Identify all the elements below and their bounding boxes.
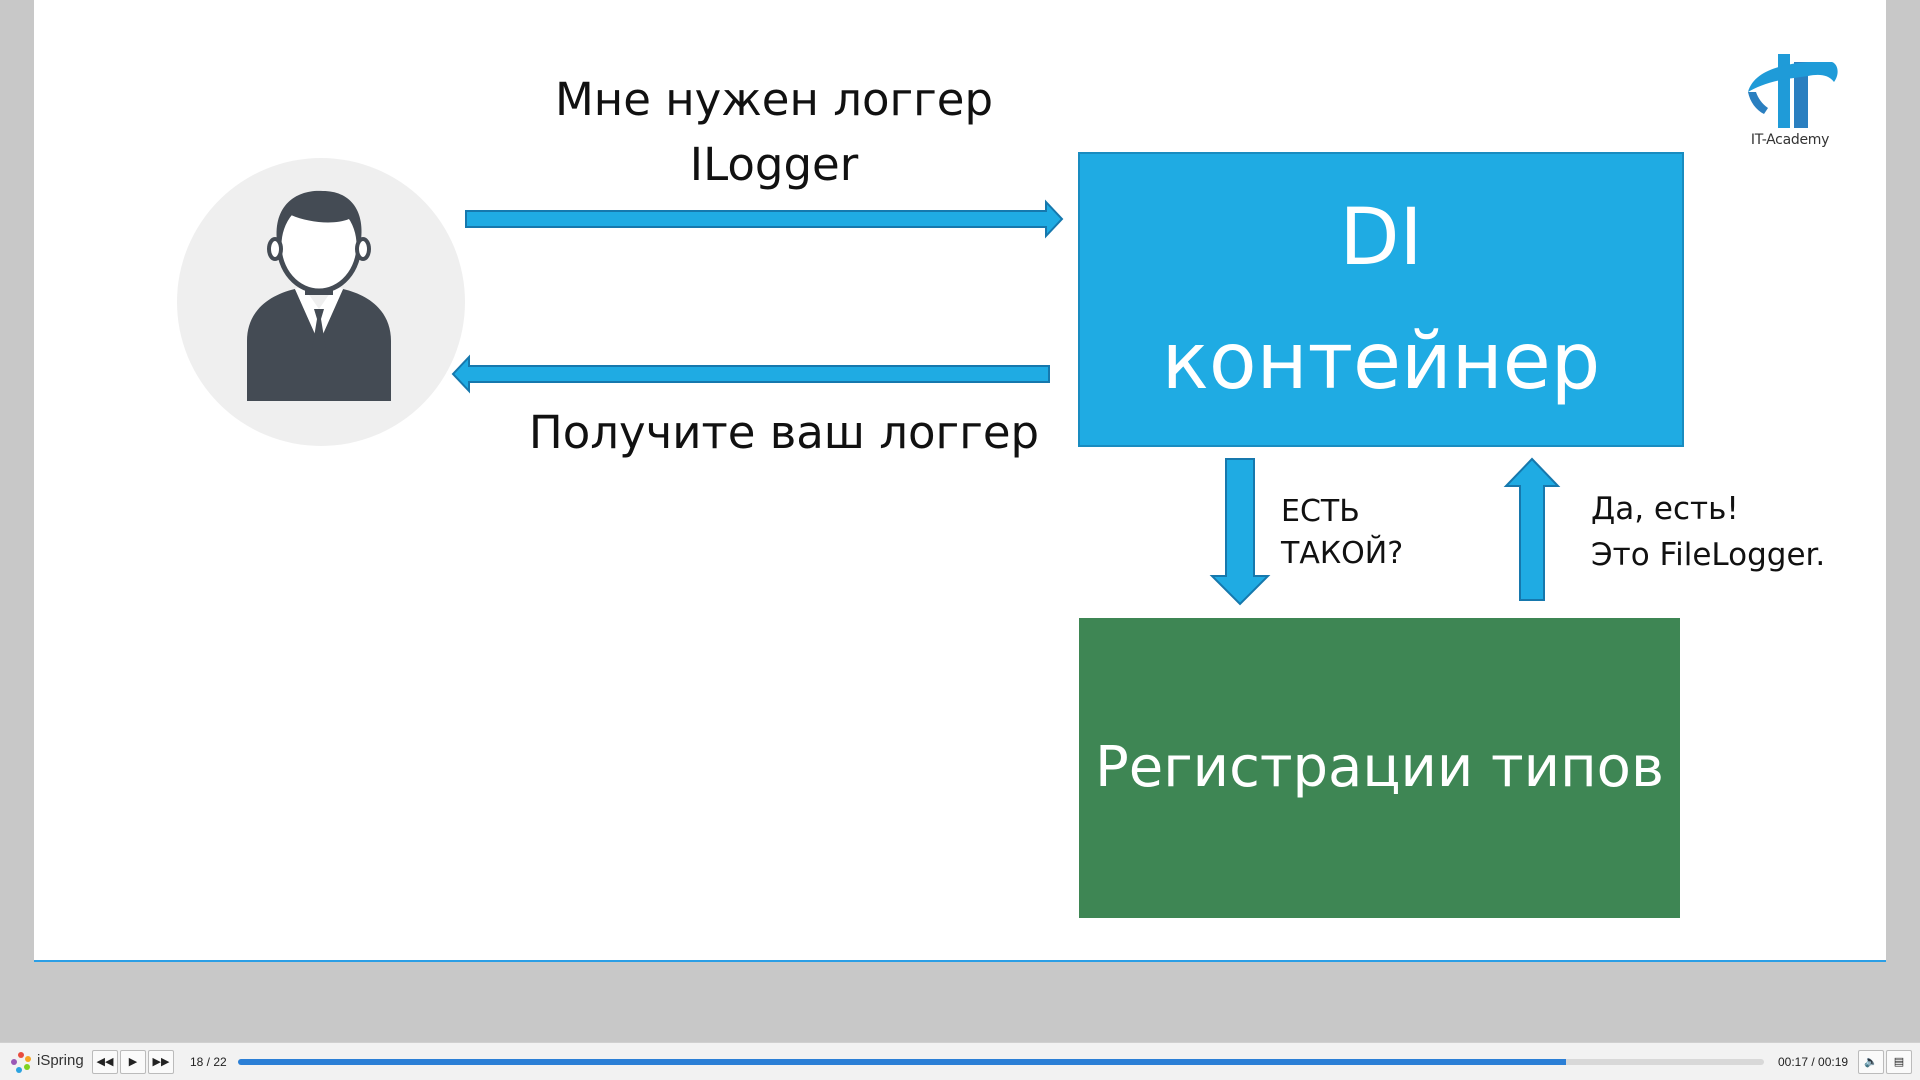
type-registry-box: Регистрации типов bbox=[1079, 618, 1680, 918]
response-arrow bbox=[451, 354, 1050, 394]
di-box-line2: контейнер bbox=[1161, 317, 1601, 407]
volume-button[interactable]: 🔈 bbox=[1858, 1050, 1884, 1074]
request-arrow bbox=[465, 199, 1064, 239]
slide-footer-line bbox=[34, 960, 1886, 962]
menu-icon: ▤ bbox=[1893, 1056, 1905, 1068]
answer-label-line1: Да, есть! bbox=[1591, 491, 1739, 527]
ispring-brand: iSpring bbox=[37, 1052, 84, 1069]
play-button[interactable]: ▶ bbox=[120, 1050, 146, 1074]
slide-counter: 18 / 22 bbox=[190, 1055, 227, 1069]
di-container-box: DI контейнер bbox=[1078, 152, 1684, 447]
previous-slide-button[interactable]: ◀◀ bbox=[92, 1050, 118, 1074]
request-text-line1: Мне нужен логгер bbox=[554, 73, 994, 126]
ispring-logo-icon bbox=[11, 1052, 31, 1073]
speaker-icon: 🔈 bbox=[1864, 1056, 1878, 1068]
di-box-line1: DI bbox=[1339, 193, 1423, 283]
next-slide-button[interactable]: ▶▶ bbox=[148, 1050, 174, 1074]
time-display: 00:17 / 00:19 bbox=[1778, 1055, 1849, 1069]
query-label-line1: ЕСТЬ bbox=[1281, 494, 1360, 529]
registry-box-text: Регистрации типов bbox=[1095, 735, 1664, 800]
fast-forward-icon: ▶▶ bbox=[152, 1056, 170, 1068]
query-label-line2: ТАКОЙ? bbox=[1281, 536, 1404, 571]
slide: IT-Academy Мне нужен логгер ILogger Полу… bbox=[34, 0, 1886, 962]
progress-fill bbox=[238, 1059, 1566, 1065]
answer-up-arrow bbox=[1503, 457, 1561, 601]
response-text: Получите ваш логгер bbox=[528, 406, 1040, 459]
outline-menu-button[interactable]: ▤ bbox=[1886, 1050, 1912, 1074]
answer-label-line2: Это FileLogger. bbox=[1591, 537, 1826, 573]
request-text-line2: ILogger bbox=[689, 138, 859, 191]
play-icon: ▶ bbox=[128, 1056, 138, 1068]
progress-bar[interactable] bbox=[238, 1059, 1764, 1065]
rewind-icon: ◀◀ bbox=[96, 1056, 114, 1068]
query-down-arrow bbox=[1209, 458, 1271, 606]
player-bar: iSpring ◀◀ ▶ ▶▶ 18 / 22 00:17 / 00:19 🔈 … bbox=[0, 1042, 1920, 1080]
